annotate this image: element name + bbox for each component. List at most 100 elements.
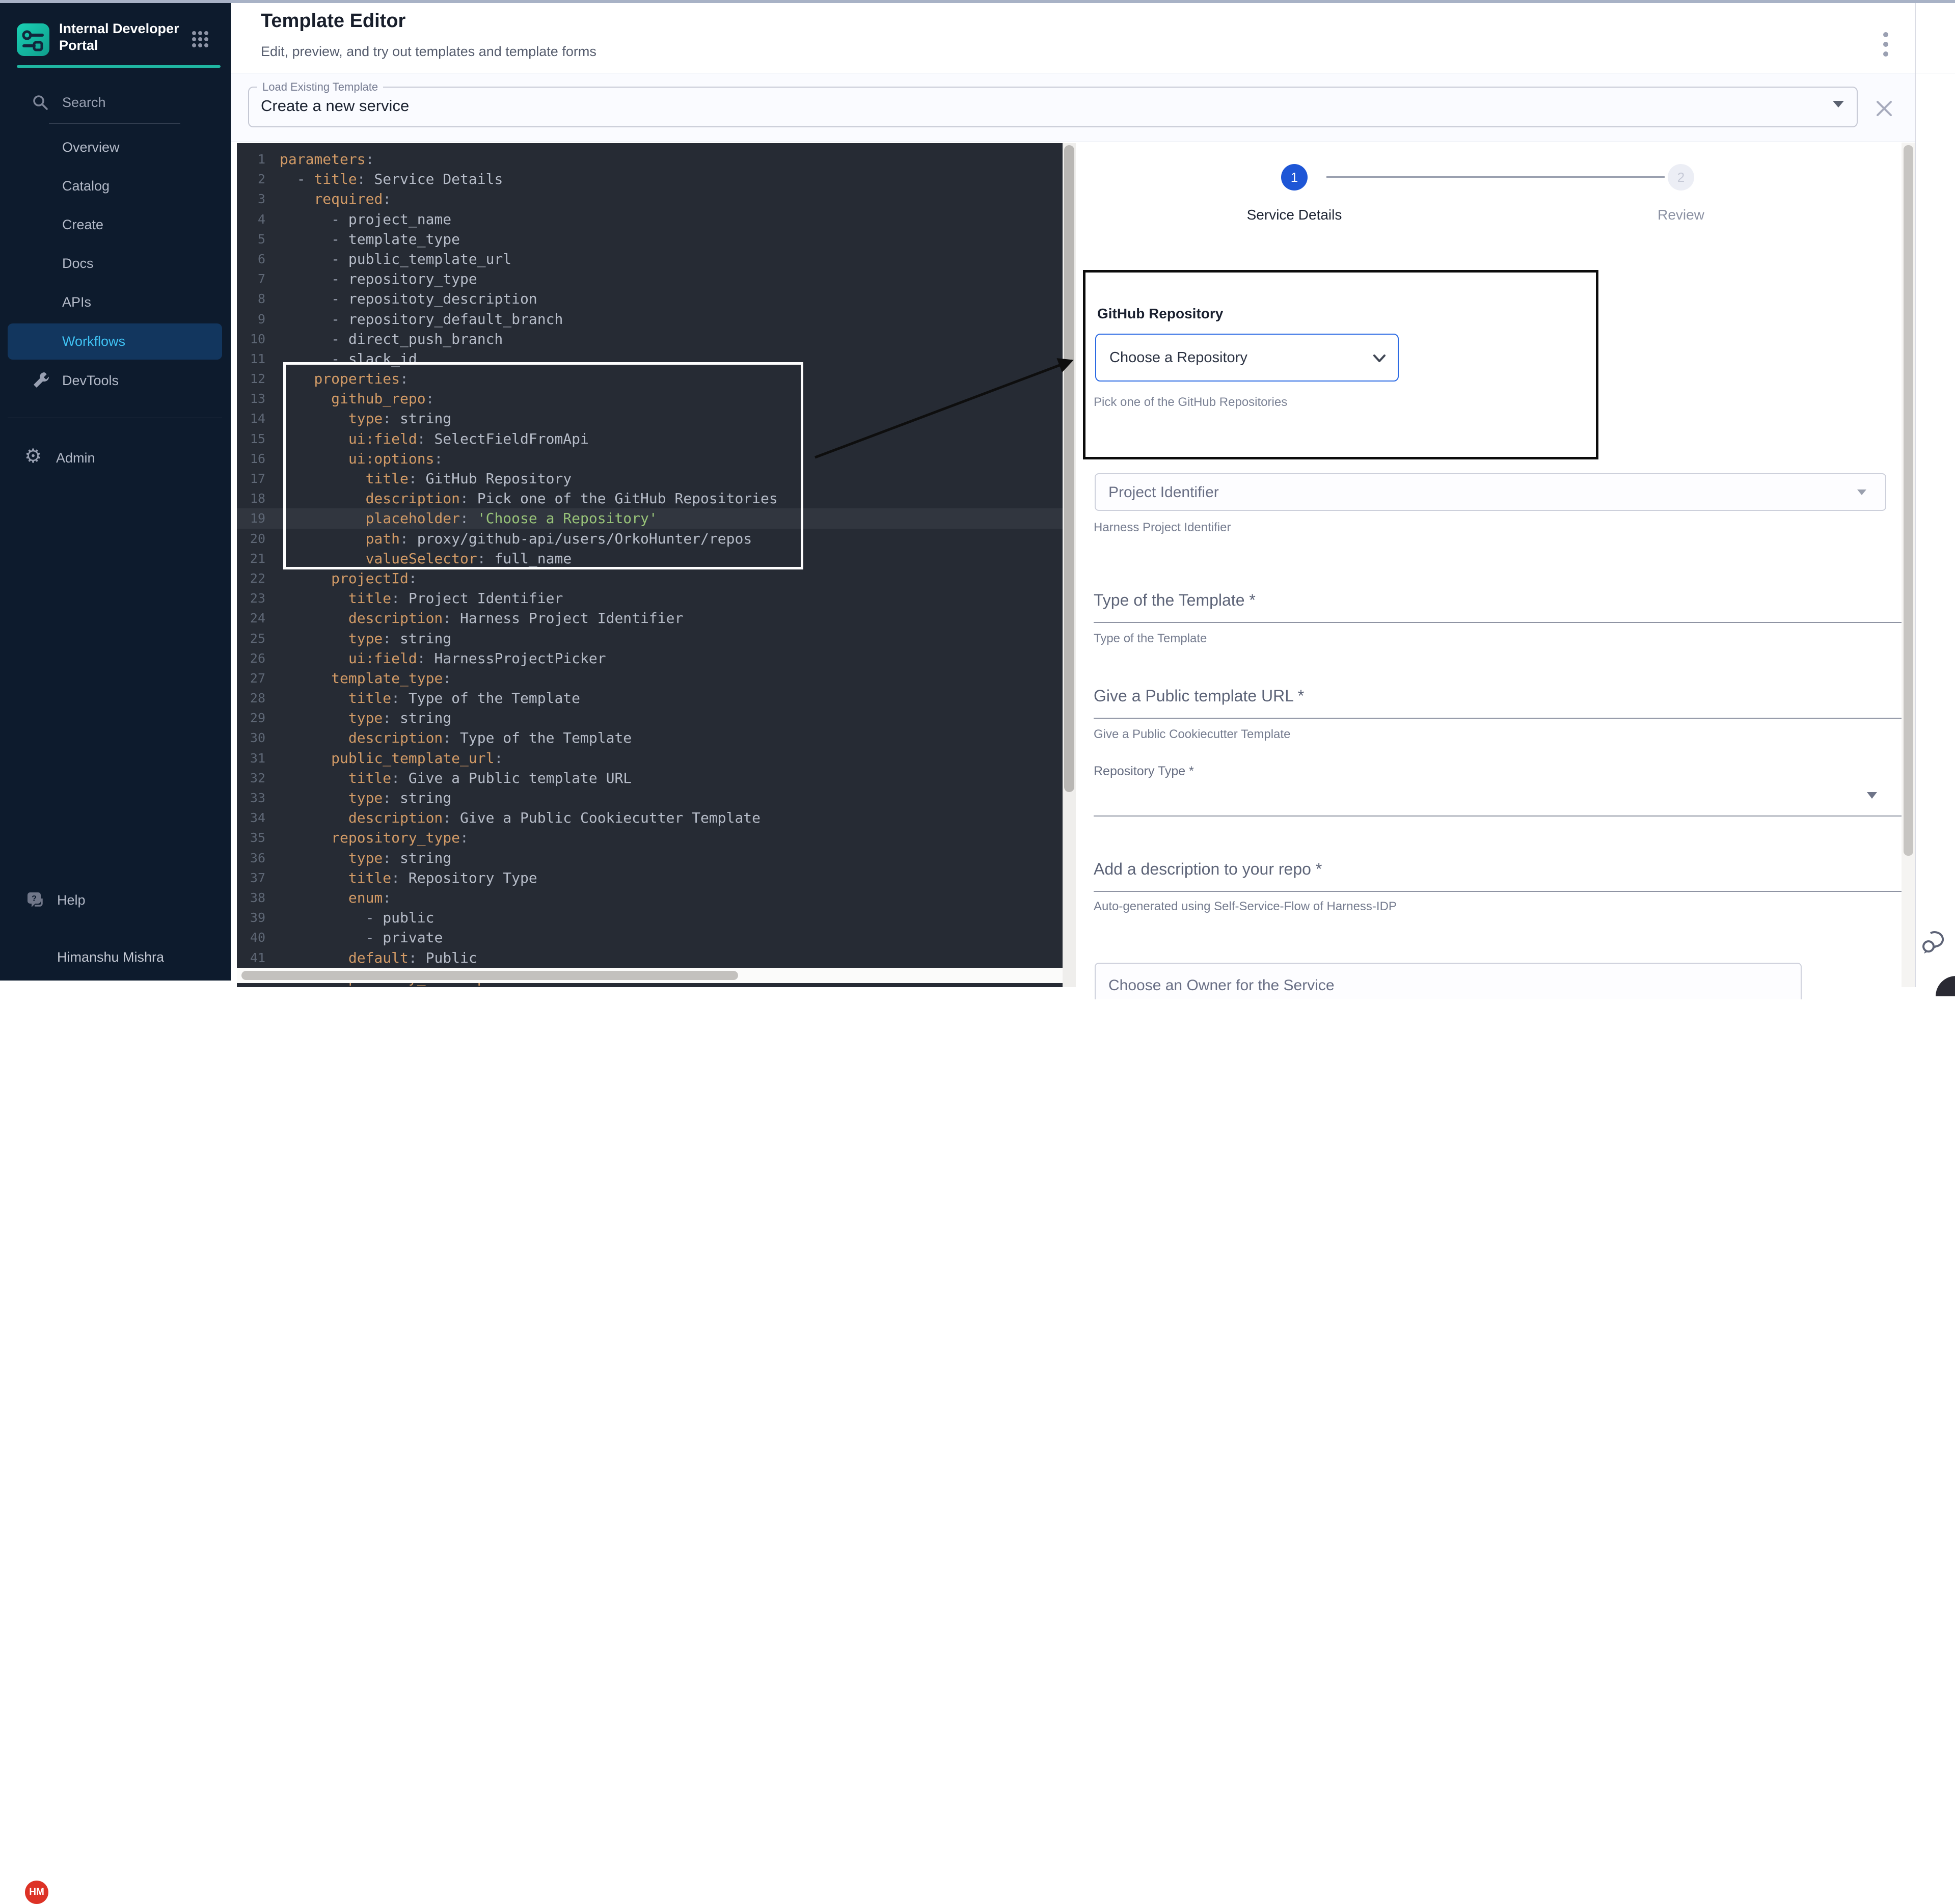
harness-idp-logo[interactable] <box>17 23 49 56</box>
dropdown-caret-icon <box>1867 792 1877 799</box>
code-line[interactable]: 7 - repository_type <box>237 269 1063 289</box>
line-number: 17 <box>237 469 280 488</box>
line-number: 19 <box>237 508 280 528</box>
code-line[interactable]: 25 type: string <box>237 629 1063 648</box>
user-menu[interactable]: HM Himanshu Mishra <box>0 940 231 971</box>
code-line[interactable]: 8 - repositoty_description <box>237 289 1063 309</box>
code-line[interactable]: 33 type: string <box>237 788 1063 808</box>
code-line[interactable]: 27 template_type: <box>237 668 1063 688</box>
search-label: Search <box>62 95 106 111</box>
code-line[interactable]: 3 required: <box>237 189 1063 209</box>
code-line[interactable]: 23 title: Project Identifier <box>237 588 1063 608</box>
code-line[interactable]: 5 - template_type <box>237 229 1063 249</box>
line-number: 24 <box>237 608 280 628</box>
code-line[interactable]: 39 - public <box>237 908 1063 928</box>
code-line[interactable]: 28 title: Type of the Template <box>237 688 1063 708</box>
stepper-step-2[interactable]: 2 <box>1668 164 1694 191</box>
template-type-label: Type of the Template * <box>1094 591 1256 609</box>
code-line[interactable]: 35 repository_type: <box>237 828 1063 848</box>
code-line[interactable]: 41 default: Public <box>237 948 1063 968</box>
line-number: 10 <box>237 329 280 349</box>
stepper-step-1[interactable]: 1 <box>1281 164 1308 191</box>
sidebar-item-search[interactable]: Search <box>0 93 231 117</box>
form-scrollbar-thumb[interactable] <box>1904 145 1913 856</box>
repository-type-underline <box>1094 815 1905 817</box>
line-content: - repository_type <box>280 269 477 289</box>
code-line[interactable]: 24 description: Harness Project Identifi… <box>237 608 1063 628</box>
code-line[interactable]: 4 - project_name <box>237 209 1063 229</box>
user-name: Himanshu Mishra <box>57 949 164 965</box>
repo-description-label: Add a description to your repo * <box>1094 860 1322 878</box>
panel-separator <box>1915 3 1916 987</box>
line-number: 9 <box>237 309 280 329</box>
sidebar-item-help[interactable]: ? Help <box>0 886 231 915</box>
sidebar-item-apis[interactable]: APIs <box>62 294 91 310</box>
editor-hscrollbar-thumb[interactable] <box>241 971 738 980</box>
code-line[interactable]: 2 - title: Service Details <box>237 169 1063 189</box>
dropdown-caret-icon[interactable] <box>1833 101 1844 107</box>
load-template-value: Create a new service <box>261 97 409 115</box>
form-annotation-box <box>1083 270 1598 459</box>
line-number: 41 <box>237 948 280 968</box>
code-line[interactable]: 29 type: string <box>237 708 1063 728</box>
help-chat-icon: ? <box>24 889 47 912</box>
public-template-url-underline <box>1094 718 1905 719</box>
line-number: 1 <box>237 149 280 169</box>
stepper-connector <box>1326 176 1665 178</box>
sidebar-item-catalog[interactable]: Catalog <box>62 178 110 194</box>
sidebar-item-devtools[interactable]: DevTools <box>0 368 231 394</box>
public-template-url-field[interactable]: Give a Public template URL * <box>1094 687 1905 719</box>
line-number: 21 <box>237 549 280 568</box>
code-line[interactable]: 22 projectId: <box>237 568 1063 588</box>
kebab-menu-icon[interactable] <box>1881 30 1891 62</box>
line-number: 33 <box>237 788 280 808</box>
sidebar-item-create[interactable]: Create <box>62 217 103 233</box>
line-number: 13 <box>237 389 280 409</box>
line-number: 5 <box>237 229 280 249</box>
code-line[interactable]: 30 description: Type of the Template <box>237 728 1063 748</box>
editor-vscrollbar-thumb[interactable] <box>1064 145 1074 792</box>
sidebar-item-admin[interactable]: ⚙ Admin <box>0 444 231 471</box>
template-type-helper: Type of the Template <box>1094 632 1207 646</box>
line-number: 28 <box>237 688 280 708</box>
line-content: - repositoty_description <box>280 289 537 309</box>
clear-template-icon[interactable] <box>1873 98 1895 119</box>
code-line[interactable]: 38 enum: <box>237 888 1063 908</box>
wrench-icon <box>32 371 51 390</box>
code-line[interactable]: 36 type: string <box>237 848 1063 868</box>
line-number: 27 <box>237 668 280 688</box>
code-line[interactable]: 40 - private <box>237 928 1063 947</box>
svg-text:?: ? <box>32 894 37 903</box>
line-content: - project_name <box>280 209 451 229</box>
line-number: 40 <box>237 928 280 947</box>
repo-description-helper: Auto-generated using Self-Service-Flow o… <box>1094 900 1397 914</box>
repository-type-select[interactable]: Repository Type * <box>1094 764 1905 815</box>
code-line[interactable]: 34 description: Give a Public Cookiecutt… <box>237 808 1063 828</box>
chat-support-icon[interactable] <box>1919 926 1951 958</box>
app-grid-icon[interactable] <box>191 30 209 48</box>
repository-type-label: Repository Type * <box>1094 764 1194 778</box>
code-line[interactable]: 1parameters: <box>237 149 1063 169</box>
line-content: default: Public <box>280 948 477 968</box>
repo-description-field[interactable]: Add a description to your repo * <box>1094 860 1905 892</box>
sidebar-item-overview[interactable]: Overview <box>62 140 120 155</box>
sidebar-item-workflows[interactable]: Workflows <box>8 323 222 360</box>
code-line[interactable]: 10 - direct_push_branch <box>237 329 1063 349</box>
code-line[interactable]: 9 - repository_default_branch <box>237 309 1063 329</box>
project-identifier-select[interactable]: Project Identifier <box>1095 473 1886 511</box>
line-content: type: string <box>280 848 451 868</box>
code-line[interactable]: 31 public_template_url: <box>237 748 1063 768</box>
line-content: title: Repository Type <box>280 868 537 888</box>
code-line[interactable]: 32 title: Give a Public template URL <box>237 768 1063 788</box>
template-type-field[interactable]: Type of the Template * <box>1094 591 1905 623</box>
line-content: repository_type: <box>280 828 469 848</box>
line-number: 4 <box>237 209 280 229</box>
code-line[interactable]: 37 title: Repository Type <box>237 868 1063 888</box>
code-line[interactable]: 26 ui:field: HarnessProjectPicker <box>237 648 1063 668</box>
search-icon <box>32 94 49 111</box>
code-line[interactable]: 6 - public_template_url <box>237 249 1063 269</box>
load-template-select[interactable] <box>248 87 1858 127</box>
owner-select[interactable]: Choose an Owner for the Service <box>1095 963 1802 999</box>
sidebar-item-docs[interactable]: Docs <box>62 256 94 271</box>
avatar-initials: HM <box>29 1887 44 1898</box>
